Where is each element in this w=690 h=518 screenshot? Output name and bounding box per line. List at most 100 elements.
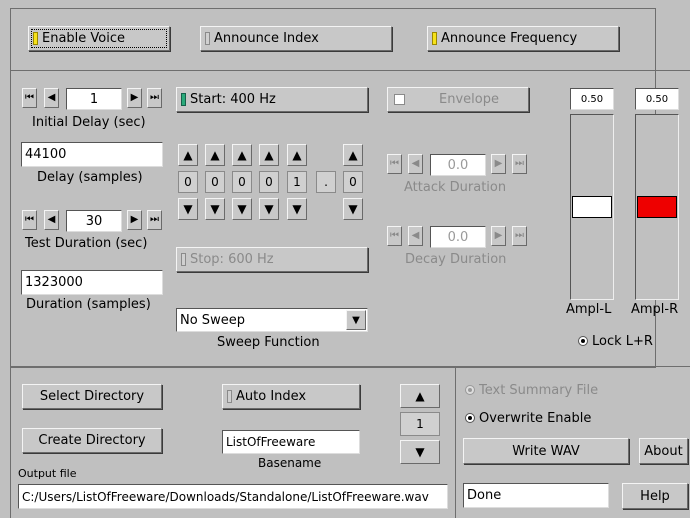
next-icon: ▶ [494, 158, 503, 169]
decimal-down-button[interactable]: ▼ [343, 198, 363, 220]
down-icon: ▼ [264, 202, 274, 216]
announce-frequency-button[interactable]: Announce Frequency [427, 26, 619, 51]
start-indicator-icon [181, 93, 186, 106]
digit-4-up-button[interactable]: ▲ [259, 144, 279, 166]
index-down-button[interactable]: ▼ [400, 440, 440, 464]
ampl-l-slider-thumb[interactable] [572, 196, 612, 218]
about-button[interactable]: About [639, 438, 688, 464]
envelope-button[interactable]: Envelope [387, 87, 529, 112]
main-divider [10, 366, 690, 367]
digit-1-down-button[interactable]: ▼ [178, 198, 198, 220]
decimal-up-button[interactable]: ▲ [343, 144, 363, 166]
sweep-function-label: Sweep Function [217, 335, 320, 350]
envelope-label: Envelope [439, 92, 499, 107]
enable-voice-indicator-icon [33, 32, 38, 45]
test-duration-next-button[interactable]: ▶ [127, 210, 142, 230]
attack-last-button[interactable]: ⏭ [512, 154, 527, 174]
initial-delay-first-button[interactable]: ⏮ [22, 88, 37, 108]
auto-index-button[interactable]: Auto Index [222, 384, 360, 409]
overwrite-label: Overwrite Enable [479, 411, 592, 426]
digit-1-up-button[interactable]: ▲ [178, 144, 198, 166]
overwrite-radio-icon [465, 413, 475, 423]
index-up-button[interactable]: ▲ [400, 384, 440, 408]
prev-icon: ◀ [411, 158, 420, 169]
duration-samples-field[interactable]: 1323000 [21, 270, 163, 295]
start-frequency-button[interactable]: Start: 400 Hz [176, 87, 368, 112]
decay-duration-label: Decay Duration [405, 252, 507, 267]
delay-samples-field[interactable]: 44100 [21, 142, 163, 167]
ampl-r-slider[interactable] [635, 114, 679, 300]
auto-index-label: Auto Index [236, 389, 307, 404]
attack-duration-field[interactable]: 0.0 [430, 154, 486, 176]
decay-last-button[interactable]: ⏭ [512, 226, 527, 246]
sweep-function-select[interactable]: No Sweep ▼ [176, 308, 368, 332]
decimal-digit: 0 [343, 171, 363, 193]
stop-indicator-icon [181, 253, 186, 266]
lock-lr-radio[interactable]: Lock L+R [578, 334, 653, 349]
initial-delay-prev-button[interactable]: ◀ [44, 88, 59, 108]
select-directory-button[interactable]: Select Directory [22, 384, 162, 409]
announce-frequency-label: Announce Frequency [441, 31, 578, 46]
decimal-point: . [316, 171, 336, 193]
next-icon: ▶ [130, 92, 139, 103]
enable-voice-label: Enable Voice [42, 31, 126, 46]
announce-index-button[interactable]: Announce Index [200, 26, 392, 51]
enable-voice-button[interactable]: Enable Voice [28, 26, 170, 51]
test-duration-first-button[interactable]: ⏮ [22, 210, 37, 230]
digit-3-down-button[interactable]: ▼ [232, 198, 252, 220]
test-duration-last-button[interactable]: ⏭ [147, 210, 162, 230]
first-icon: ⏮ [25, 92, 34, 103]
last-icon: ⏭ [515, 230, 524, 241]
ampl-r-slider-thumb[interactable] [637, 196, 677, 218]
decay-first-button[interactable]: ⏮ [387, 226, 402, 246]
text-summary-radio[interactable]: Text Summary File [465, 383, 598, 398]
text-summary-label: Text Summary File [479, 383, 599, 398]
basename-label: Basename [258, 456, 322, 470]
decay-next-button[interactable]: ▶ [491, 226, 506, 246]
test-duration-prev-button[interactable]: ◀ [44, 210, 59, 230]
down-icon: ▼ [237, 202, 247, 216]
ampl-r-label: Ampl-R [631, 302, 679, 317]
up-icon: ▲ [264, 148, 274, 162]
stop-frequency-button[interactable]: Stop: 600 Hz [176, 247, 368, 272]
chevron-down-icon[interactable]: ▼ [346, 310, 366, 330]
attack-next-button[interactable]: ▶ [491, 154, 506, 174]
output-file-field[interactable]: C:/Users/ListOfFreeware/Downloads/Standa… [18, 484, 448, 509]
first-icon: ⏮ [390, 158, 399, 169]
duration-samples-label: Duration (samples) [26, 297, 151, 312]
delay-samples-label: Delay (samples) [37, 170, 143, 185]
initial-delay-field[interactable]: 1 [66, 88, 122, 110]
create-directory-button[interactable]: Create Directory [22, 428, 162, 453]
last-icon: ⏭ [150, 214, 159, 225]
down-icon: ▼ [348, 202, 358, 216]
announce-index-indicator-icon [205, 32, 210, 45]
test-duration-field[interactable]: 30 [66, 210, 122, 232]
decay-duration-field[interactable]: 0.0 [430, 226, 486, 248]
digit-5-up-button[interactable]: ▲ [287, 144, 307, 166]
initial-delay-next-button[interactable]: ▶ [127, 88, 142, 108]
first-icon: ⏮ [25, 214, 34, 225]
digit-4-down-button[interactable]: ▼ [259, 198, 279, 220]
lock-lr-label: Lock L+R [592, 334, 653, 349]
initial-delay-last-button[interactable]: ⏭ [147, 88, 162, 108]
overwrite-enable-radio[interactable]: Overwrite Enable [465, 411, 591, 426]
decay-prev-button[interactable]: ◀ [408, 226, 423, 246]
start-label: Start: 400 Hz [190, 92, 276, 107]
up-icon: ▲ [292, 148, 302, 162]
digit-5-down-button[interactable]: ▼ [287, 198, 307, 220]
digit-3-up-button[interactable]: ▲ [232, 144, 252, 166]
write-wav-button[interactable]: Write WAV [463, 438, 629, 464]
digit-2-up-button[interactable]: ▲ [205, 144, 225, 166]
digit-1: 0 [178, 171, 198, 193]
last-icon: ⏭ [515, 158, 524, 169]
attack-first-button[interactable]: ⏮ [387, 154, 402, 174]
initial-delay-label: Initial Delay (sec) [32, 115, 146, 130]
output-file-label: Output file [18, 467, 77, 480]
ampl-r-value: 0.50 [635, 88, 679, 110]
next-icon: ▶ [130, 214, 139, 225]
basename-field[interactable]: ListOfFreeware [222, 430, 360, 454]
ampl-l-slider[interactable] [570, 114, 614, 300]
help-button[interactable]: Help [622, 483, 688, 509]
attack-prev-button[interactable]: ◀ [408, 154, 423, 174]
digit-2-down-button[interactable]: ▼ [205, 198, 225, 220]
